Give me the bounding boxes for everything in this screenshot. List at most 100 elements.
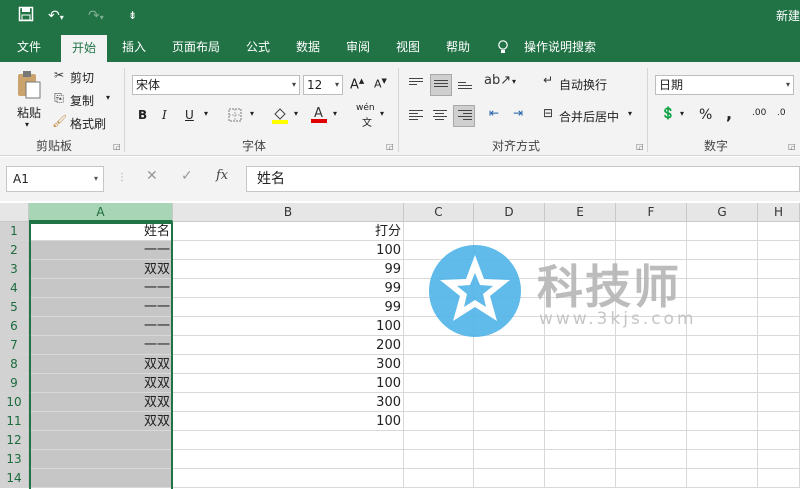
tab-review[interactable]: 审阅 (338, 32, 378, 62)
cell-empty[interactable] (474, 469, 545, 488)
cell-b[interactable]: 300 (173, 393, 404, 412)
save-icon[interactable] (18, 6, 34, 26)
align-center-icon[interactable] (430, 107, 450, 125)
cell-a[interactable]: 一一 (29, 279, 173, 298)
paste-button[interactable]: 粘贴 (17, 104, 41, 121)
orientation-dropdown-icon[interactable]: ▾ (512, 77, 516, 86)
font-color-icon[interactable]: A (311, 105, 327, 123)
cell-empty[interactable] (758, 336, 800, 355)
cell-b[interactable] (173, 450, 404, 469)
cell-empty[interactable] (758, 431, 800, 450)
tell-me-search[interactable]: 操作说明搜索 (518, 32, 602, 62)
cell-empty[interactable] (687, 393, 758, 412)
cell-empty[interactable] (404, 450, 474, 469)
number-launcher-icon[interactable]: ◲ (788, 142, 796, 151)
cell-empty[interactable] (404, 469, 474, 488)
name-box[interactable]: A1 ▾ (6, 166, 104, 192)
cell-empty[interactable] (687, 412, 758, 431)
cell-b[interactable]: 打分 (173, 222, 404, 241)
undo-icon[interactable]: ↶▾ (48, 6, 64, 26)
cell-a[interactable]: 姓名 (29, 222, 173, 241)
cell-a[interactable] (29, 431, 173, 450)
clipboard-launcher-icon[interactable]: ◲ (113, 142, 121, 151)
row-header[interactable]: 2 (0, 241, 29, 260)
tab-file[interactable]: 文件 (8, 32, 50, 62)
cell-b[interactable]: 99 (173, 298, 404, 317)
cell-empty[interactable] (545, 412, 616, 431)
cell-empty[interactable] (545, 393, 616, 412)
cell-b[interactable]: 100 (173, 374, 404, 393)
cell-empty[interactable] (545, 431, 616, 450)
orientation-icon[interactable]: ab↗ (484, 73, 511, 88)
row-header[interactable]: 7 (0, 336, 29, 355)
cell-empty[interactable] (616, 222, 687, 241)
column-header-h[interactable]: H (758, 203, 800, 222)
decrease-indent-icon[interactable]: ⇤ (484, 106, 504, 120)
cell-empty[interactable] (758, 393, 800, 412)
tab-help[interactable]: 帮助 (438, 32, 478, 62)
phonetic-guide-button[interactable]: wén (356, 103, 375, 113)
column-header-a[interactable]: A (29, 203, 173, 222)
cell-a[interactable]: 一一 (29, 317, 173, 336)
cell-empty[interactable] (758, 298, 800, 317)
tab-view[interactable]: 视图 (388, 32, 428, 62)
cell-empty[interactable] (474, 431, 545, 450)
row-header[interactable]: 12 (0, 431, 29, 450)
tab-page-layout[interactable]: 页面布局 (165, 32, 227, 62)
borders-dropdown-icon[interactable]: ▾ (250, 109, 254, 118)
format-painter-button[interactable]: 格式刷 (70, 115, 106, 132)
column-header-f[interactable]: F (616, 203, 687, 222)
cell-empty[interactable] (758, 222, 800, 241)
column-header-d[interactable]: D (474, 203, 545, 222)
cell-a[interactable]: 双双 (29, 374, 173, 393)
decrease-decimal-button[interactable]: .0 (777, 108, 786, 118)
cell-empty[interactable] (404, 393, 474, 412)
align-top-icon[interactable] (406, 76, 426, 94)
cell-b[interactable]: 99 (173, 260, 404, 279)
cell-empty[interactable] (545, 355, 616, 374)
cell-b[interactable]: 100 (173, 412, 404, 431)
copy-button[interactable]: 复制 (70, 92, 94, 109)
increase-indent-icon[interactable]: ⇥ (508, 106, 528, 120)
copy-dropdown-icon[interactable]: ▾ (106, 93, 110, 102)
cell-a[interactable]: 双双 (29, 355, 173, 374)
cell-empty[interactable] (616, 374, 687, 393)
row-header[interactable]: 13 (0, 450, 29, 469)
row-header[interactable]: 8 (0, 355, 29, 374)
column-header-b[interactable]: B (173, 203, 404, 222)
row-header[interactable]: 10 (0, 393, 29, 412)
cell-empty[interactable] (687, 431, 758, 450)
redo-icon[interactable]: ↷▾ (88, 6, 104, 26)
italic-button[interactable]: I (162, 108, 167, 122)
cell-empty[interactable] (758, 241, 800, 260)
cell-empty[interactable] (404, 412, 474, 431)
align-bottom-icon[interactable] (455, 76, 475, 94)
cell-empty[interactable] (545, 469, 616, 488)
cell-empty[interactable] (404, 222, 474, 241)
cell-empty[interactable] (545, 374, 616, 393)
cell-empty[interactable] (474, 222, 545, 241)
column-header-c[interactable]: C (404, 203, 474, 222)
cell-a[interactable]: 双双 (29, 393, 173, 412)
row-header[interactable]: 5 (0, 298, 29, 317)
underline-dropdown-icon[interactable]: ▾ (204, 109, 208, 118)
cell-empty[interactable] (474, 450, 545, 469)
alignment-launcher-icon[interactable]: ◲ (636, 142, 644, 151)
cell-empty[interactable] (616, 355, 687, 374)
align-left-icon[interactable] (406, 107, 426, 125)
cell-b[interactable]: 100 (173, 317, 404, 336)
wrap-text-button[interactable]: 自动换行 (559, 76, 607, 93)
cell-empty[interactable] (616, 431, 687, 450)
cell-empty[interactable] (758, 374, 800, 393)
cell-a[interactable]: 一一 (29, 241, 173, 260)
underline-button[interactable]: U (185, 108, 194, 122)
column-header-e[interactable]: E (545, 203, 616, 222)
comma-button[interactable]: , (726, 104, 732, 123)
cell-a[interactable] (29, 450, 173, 469)
increase-decimal-button[interactable]: .00 (752, 108, 766, 118)
cell-empty[interactable] (687, 450, 758, 469)
tab-formulas[interactable]: 公式 (238, 32, 278, 62)
customize-icon[interactable]: ⇟ (128, 6, 137, 26)
percent-button[interactable]: % (699, 107, 712, 123)
row-header[interactable]: 14 (0, 469, 29, 488)
